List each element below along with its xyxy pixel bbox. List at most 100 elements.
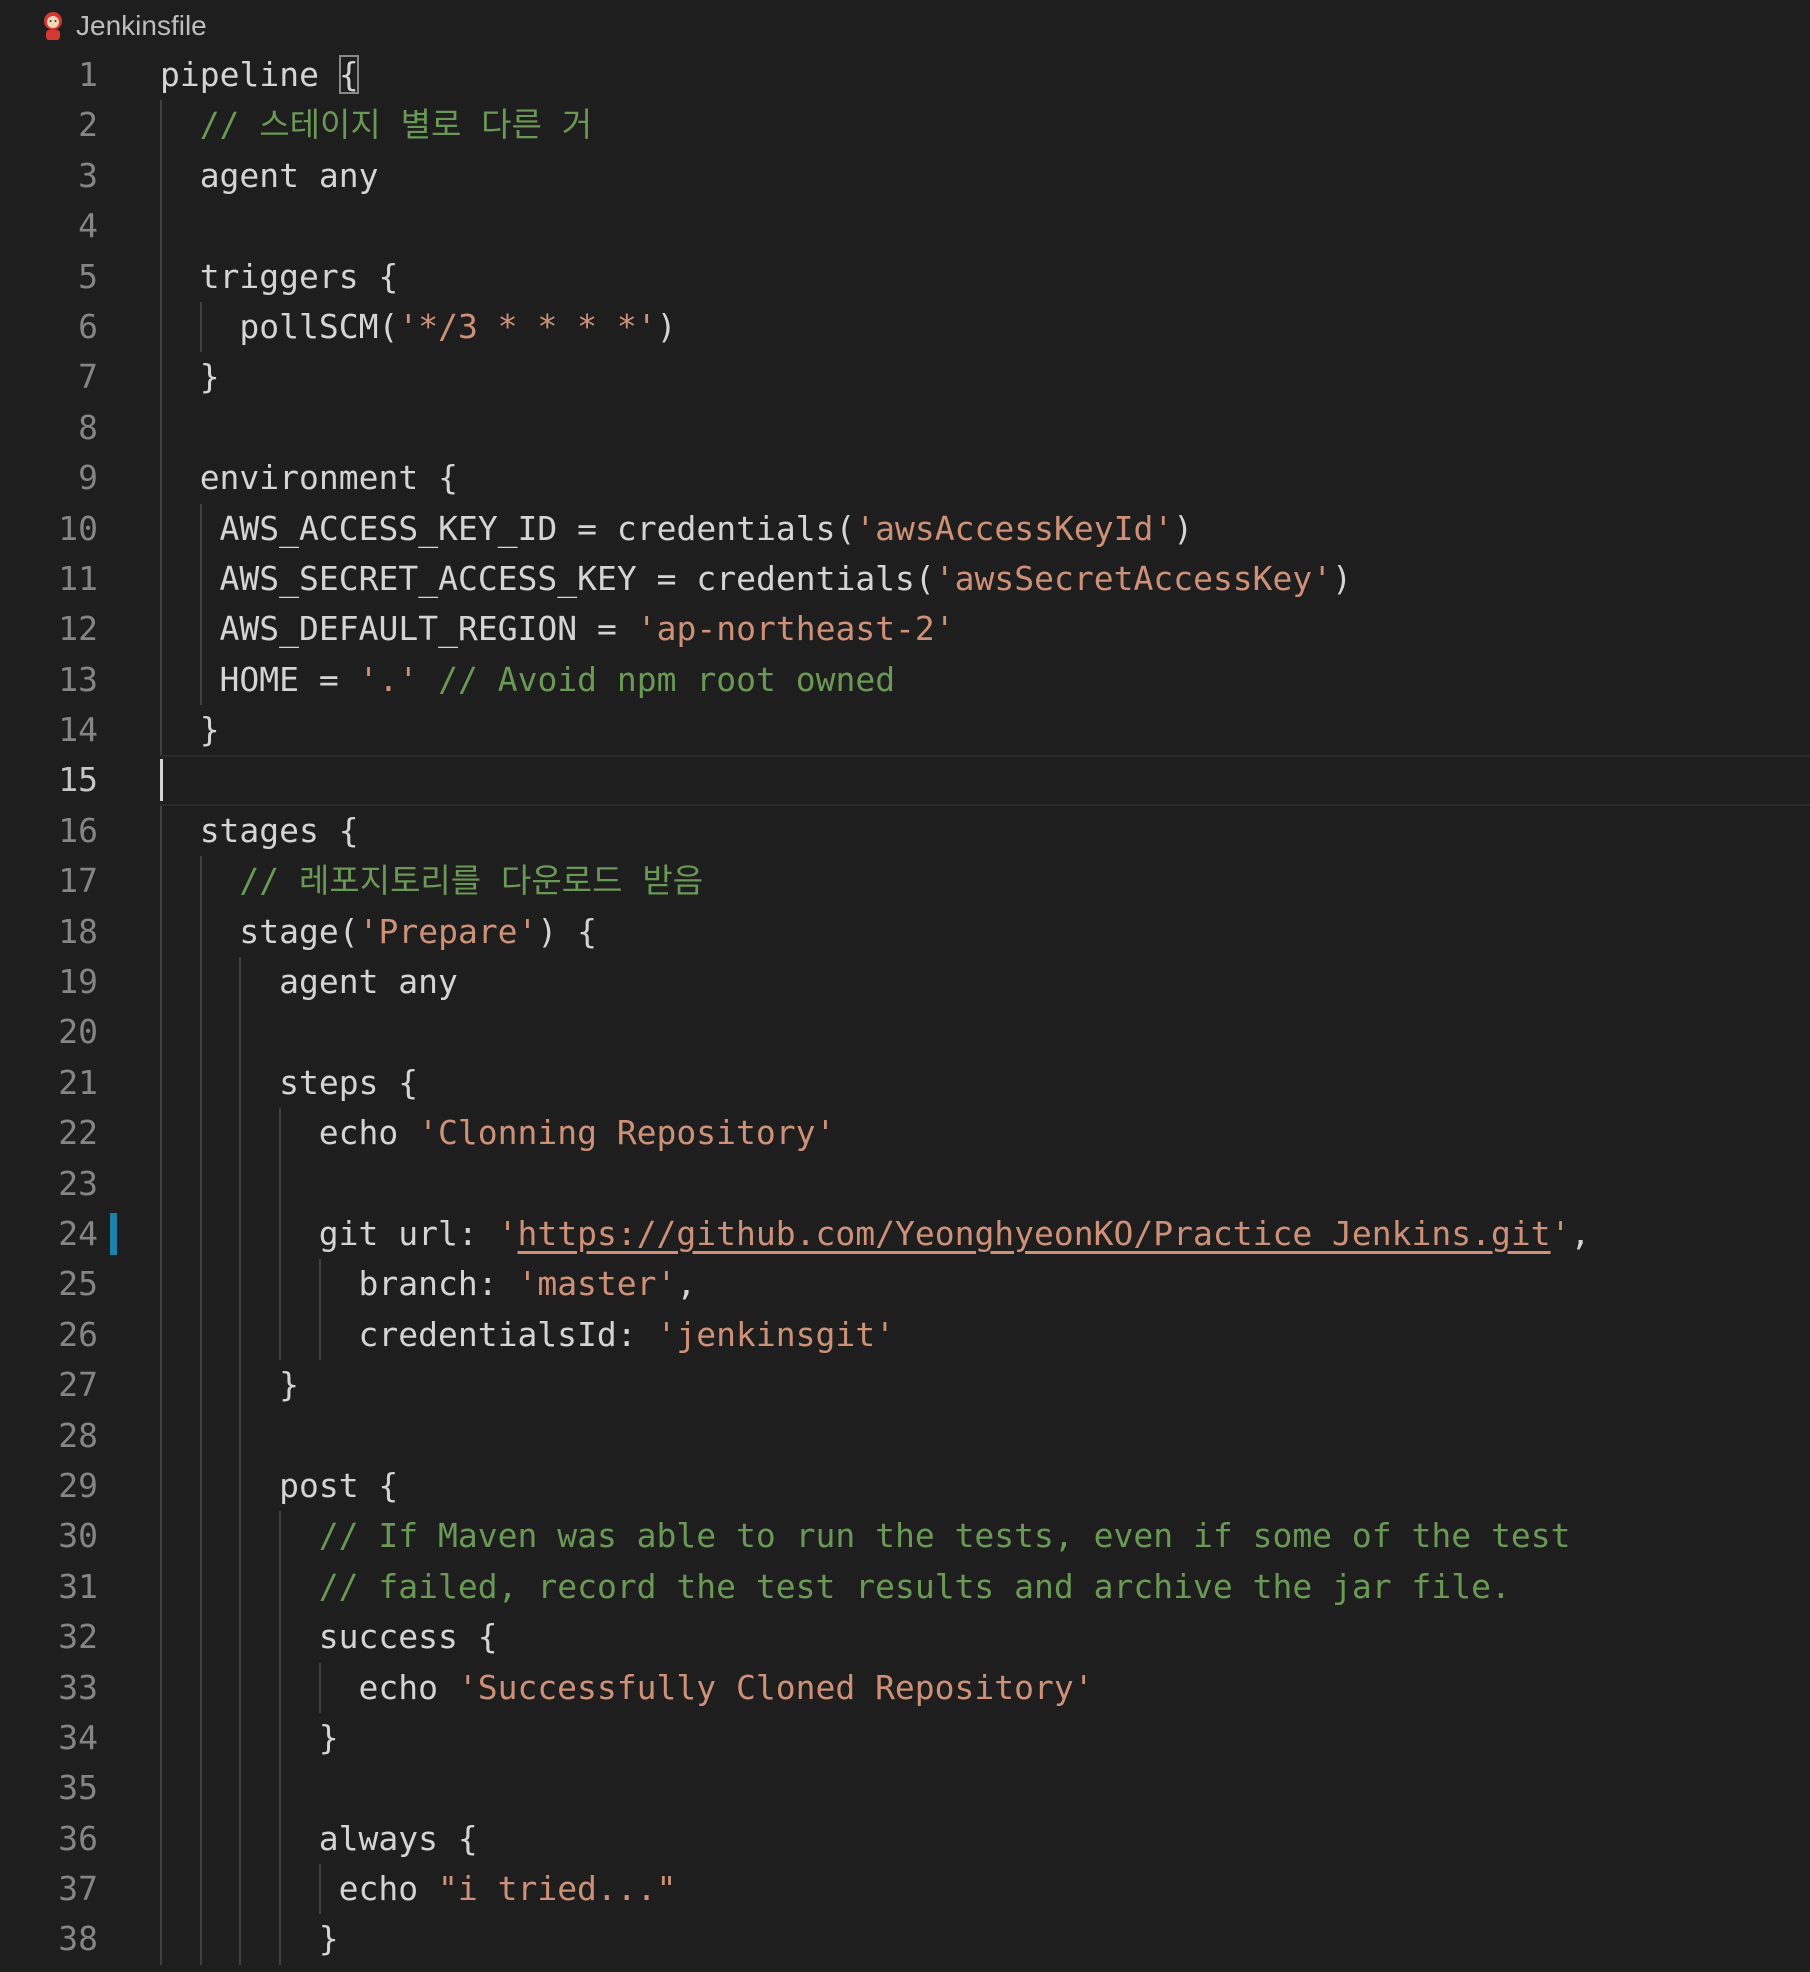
line-number[interactable]: 13 [0,655,98,705]
code-line[interactable]: 35 [0,1763,1810,1814]
code-line[interactable]: 36 always { [0,1813,1810,1865]
code-text[interactable]: // 레포지토리를 다운로드 받음 [239,856,703,906]
line-number[interactable]: 7 [0,352,98,402]
code-text[interactable]: triggers { [200,252,399,302]
code-line[interactable]: 22 echo 'Clonning Repository' [0,1108,1810,1159]
code-line[interactable]: 8 [0,402,1810,454]
code-line[interactable]: 27} [0,1360,1810,1411]
code-line[interactable]: 10 AWS_ACCESS_KEY_ID = credentials('awsAc… [0,503,1810,554]
line-number[interactable]: 30 [0,1511,98,1561]
line-number[interactable]: 8 [0,403,98,453]
code-line[interactable]: 7} [0,352,1810,403]
code-line[interactable]: 12 AWS_DEFAULT_REGION = 'ap-northeast-2' [0,604,1810,655]
line-number[interactable]: 29 [0,1461,98,1511]
code-text[interactable]: echo 'Successfully Cloned Repository' [359,1663,1094,1713]
line-number[interactable]: 6 [0,302,98,352]
code-line[interactable]: 33 echo 'Successfully Cloned Repository' [0,1662,1810,1713]
code-line[interactable]: 13 HOME = '.' // Avoid npm root owned [0,654,1810,706]
code-text[interactable]: } [200,705,220,755]
line-number[interactable]: 22 [0,1108,98,1158]
code-text[interactable]: agent any [200,151,379,201]
line-number[interactable]: 23 [0,1159,98,1209]
code-text[interactable]: pipeline { [160,50,359,100]
code-line[interactable]: 17 // 레포지토리를 다운로드 받음 [0,856,1810,907]
code-text[interactable]: git url: 'https://github.com/YeonghyeonK… [319,1209,1591,1259]
code-line[interactable]: 34} [0,1712,1810,1764]
code-line[interactable]: 9 environment { [0,453,1810,504]
code-text[interactable]: AWS_SECRET_ACCESS_KEY = credentials('aws… [220,554,1352,604]
code-line[interactable]: 37 echo "i tried..." [0,1864,1810,1915]
line-number[interactable]: 20 [0,1007,98,1057]
code-text[interactable]: // failed, record the test results and a… [319,1562,1511,1612]
modified-line-marker[interactable] [110,1212,117,1255]
code-link[interactable]: https://github.com/YeonghyeonKO/Practice… [517,1214,1550,1253]
line-number[interactable]: 25 [0,1259,98,1309]
line-number[interactable]: 14 [0,705,98,755]
line-number[interactable]: 32 [0,1612,98,1662]
code-line[interactable]: 19 agent any [0,957,1810,1008]
line-number[interactable]: 26 [0,1310,98,1360]
line-number[interactable]: 2 [0,100,98,150]
code-text[interactable]: AWS_DEFAULT_REGION = 'ap-northeast-2' [220,604,955,654]
code-text[interactable]: agent any [279,957,458,1007]
code-text[interactable]: } [319,1914,339,1964]
line-number[interactable]: 34 [0,1713,98,1763]
code-line[interactable]: 14} [0,705,1810,756]
code-line[interactable]: 2 // 스테이지 별로 다른 거 [0,100,1810,151]
line-number[interactable]: 18 [0,907,98,957]
line-number[interactable]: 10 [0,504,98,554]
line-number[interactable]: 27 [0,1360,98,1410]
code-text[interactable]: post { [279,1461,398,1511]
line-number[interactable]: 3 [0,151,98,201]
code-line[interactable]: 6 pollSCM('*/3 * * * *') [0,301,1810,353]
code-line[interactable]: 30 // If Maven was able to run the tests,… [0,1511,1810,1562]
code-line[interactable]: 29 post { [0,1460,1810,1512]
code-line[interactable]: 26 credentialsId: 'jenkinsgit' [0,1309,1810,1361]
code-line[interactable]: 28 [0,1410,1810,1461]
code-line[interactable]: 11 AWS_SECRET_ACCESS_KEY = credentials('a… [0,553,1810,605]
code-text[interactable]: credentialsId: 'jenkinsgit' [359,1310,895,1360]
code-text[interactable]: pollSCM('*/3 * * * *') [239,302,676,352]
line-number[interactable]: 19 [0,957,98,1007]
code-text[interactable]: success { [319,1612,498,1662]
code-line[interactable]: 3 agent any [0,150,1810,202]
code-line[interactable]: 21 steps { [0,1057,1810,1109]
code-line[interactable]: 5 triggers { [0,251,1810,302]
code-text[interactable]: environment { [200,453,458,503]
code-text[interactable]: // 스테이지 별로 다른 거 [200,100,592,150]
breadcrumb[interactable]: Jenkinsfile [40,6,207,46]
line-number[interactable]: 24 [0,1209,98,1259]
code-text[interactable]: echo "i tried..." [339,1864,677,1914]
code-text[interactable]: always { [319,1814,478,1864]
code-text[interactable]: stages { [200,806,359,856]
line-number[interactable]: 5 [0,252,98,302]
line-number[interactable]: 15 [0,755,98,805]
line-number[interactable]: 38 [0,1914,98,1964]
code-text[interactable]: } [319,1713,339,1763]
code-text[interactable]: } [200,352,220,402]
code-line[interactable]: 32 success { [0,1612,1810,1663]
code-line[interactable]: 15 [0,755,1810,807]
line-number[interactable]: 33 [0,1663,98,1713]
code-line[interactable]: 38} [0,1914,1810,1965]
code-text[interactable]: HOME = '.' // Avoid npm root owned [220,655,896,705]
code-text[interactable]: AWS_ACCESS_KEY_ID = credentials('awsAcce… [220,504,1194,554]
line-number[interactable]: 12 [0,604,98,654]
code-text[interactable]: echo 'Clonning Repository' [319,1108,836,1158]
code-line[interactable]: 24 git url: 'https://github.com/Yeonghyeo… [0,1208,1810,1260]
code-line[interactable]: 20 [0,1007,1810,1058]
code-line[interactable]: 31 // failed, record the test results and… [0,1561,1810,1613]
line-number[interactable]: 16 [0,806,98,856]
code-text[interactable]: steps { [279,1058,418,1108]
line-number[interactable]: 17 [0,856,98,906]
line-number[interactable]: 31 [0,1562,98,1612]
code-line[interactable]: 18 stage('Prepare') { [0,906,1810,958]
line-number[interactable]: 37 [0,1864,98,1914]
line-number[interactable]: 1 [0,50,98,100]
code-text[interactable]: // If Maven was able to run the tests, e… [319,1511,1571,1561]
code-line[interactable]: 1 pipeline { [0,50,1810,100]
line-number[interactable]: 11 [0,554,98,604]
code-line[interactable]: 4 [0,201,1810,252]
code-text[interactable]: branch: 'master', [359,1259,697,1309]
code-line[interactable]: 25 branch: 'master', [0,1259,1810,1310]
